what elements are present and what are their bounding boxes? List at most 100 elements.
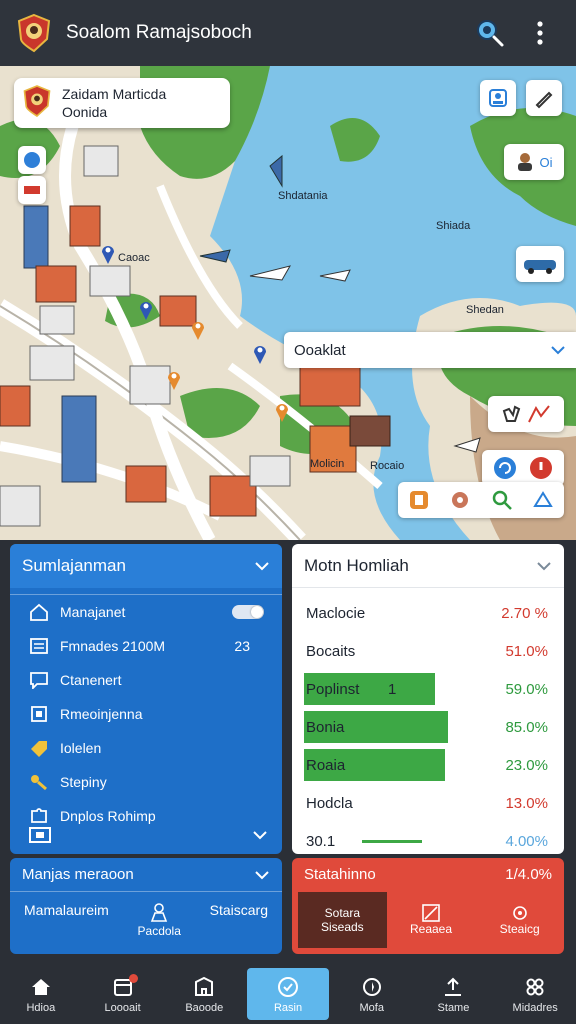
map-pin-icon[interactable] (100, 242, 116, 264)
area-dropdown[interactable]: Ooaklat (284, 332, 576, 368)
user-toggle[interactable]: Oi (504, 144, 564, 180)
summary-item[interactable]: Rmeoinjenna (10, 697, 282, 731)
image-icon (422, 904, 440, 922)
nav-item[interactable]: Hdioa (0, 964, 82, 1024)
metrics-panel-header[interactable]: Motn Homliah (292, 544, 564, 588)
metric-row[interactable]: Bocaits 51.0% (292, 632, 564, 670)
measure-button[interactable] (488, 396, 564, 432)
tag-icon (28, 739, 50, 757)
more-vert-icon[interactable] (520, 13, 560, 53)
summary-item[interactable]: Ctanenert (10, 663, 282, 697)
metric-name: Hodcla (306, 794, 353, 812)
summary-list: Manajanet Fmnades 2100M 23 Ctanenert Rmeoinj… (10, 594, 282, 833)
metric-value: 2.70 % (501, 604, 548, 622)
sync-button[interactable] (482, 450, 564, 486)
summary-item[interactable]: Iolelen (10, 731, 282, 765)
car-button[interactable] (516, 246, 564, 282)
search-icon[interactable] (470, 13, 510, 53)
metric-value: 51.0% (505, 642, 548, 660)
map-view[interactable]: Shdatania Shiada Shedan Caoac Molicin Ro… (0, 66, 576, 540)
summary-panel: Sumlajanman Manajanet Fmnades 2100M 23 Ctan… (10, 544, 282, 854)
upload-icon (440, 975, 466, 999)
locate-icon (24, 152, 40, 168)
locate-button[interactable] (18, 146, 46, 174)
summary-item-label: Iolelen (60, 740, 102, 756)
document-icon (28, 705, 50, 723)
status-tab-line2: Siseads (320, 920, 364, 934)
nav-item-label: Midadres (512, 1001, 558, 1014)
share-icon[interactable] (528, 487, 558, 513)
map-pin-icon[interactable] (252, 342, 268, 364)
manager-panel-header[interactable]: Manjas meraoon (10, 858, 282, 892)
chevron-down-icon[interactable] (252, 830, 268, 840)
metric-row[interactable]: Roaia 23.0% (292, 746, 564, 784)
nav-item-label: Rasin (273, 1001, 303, 1014)
status-tab-reaaea[interactable]: Reaaea (387, 892, 476, 948)
nav-item[interactable]: Loooait (82, 964, 164, 1024)
map-pin-icon[interactable] (166, 368, 182, 390)
chevron-down-icon (537, 561, 551, 570)
status-panel-title: Statahinno (304, 865, 376, 883)
metric-value: 23.0% (505, 756, 548, 774)
home-icon (28, 975, 54, 999)
manager-panel-title: Manjas meraoon (22, 866, 134, 883)
crest-logo-icon (22, 84, 52, 123)
metric-row[interactable]: Hodcla 13.0% (292, 784, 564, 822)
chevron-down-icon (551, 346, 565, 355)
nav-item[interactable]: Midadres (494, 964, 576, 1024)
metric-row[interactable]: Bonia 85.0% (292, 708, 564, 746)
metric-row[interactable]: 30.1 4.00% (292, 822, 564, 854)
manager-left-label[interactable]: Mamalaureim (24, 902, 109, 918)
flag-icon (24, 186, 40, 194)
nav-item[interactable]: Baoode (163, 964, 245, 1024)
home-icon (28, 603, 50, 621)
map-pin-icon[interactable] (274, 400, 290, 422)
metric-row[interactable]: Poplinst 1 59.0% (292, 670, 564, 708)
search-icon[interactable] (487, 487, 517, 513)
screen-icon[interactable] (28, 826, 52, 844)
metrics-list: Maclocie 2.70 % Bocaits 51.0% Poplinst 1 59.0%… (292, 588, 564, 854)
metric-value: 13.0% (505, 794, 548, 812)
metric-name: Maclocie (306, 604, 366, 622)
status-tab-steaicg[interactable]: Steaicg (475, 892, 564, 948)
metric-name: Bonia (306, 718, 345, 736)
metric-name: Poplinst (306, 680, 360, 698)
location-card[interactable]: Zaidam Marticda Oonida (14, 78, 230, 128)
summary-toggle[interactable] (232, 605, 264, 619)
podcast-icon[interactable] (404, 487, 434, 513)
status-tab-sotara[interactable]: Sotara Siseads (298, 892, 387, 948)
manager-right-label[interactable]: Staiscarg (210, 902, 268, 918)
metric-extra: 1 (388, 680, 397, 698)
nav-item[interactable]: Rasin (247, 968, 329, 1020)
summary-item[interactable]: Fmnades 2100M 23 (10, 629, 282, 663)
metrics-panel: Motn Homliah Maclocie 2.70 % Bocaits 51.0% P… (292, 544, 564, 854)
summary-item-label: Rmeoinjenna (60, 706, 143, 722)
layers-button[interactable] (480, 80, 516, 116)
settings-icon[interactable] (445, 487, 475, 513)
map-pin-icon[interactable] (138, 298, 154, 320)
status-tabs: Sotara Siseads Reaaea Steaicg (292, 892, 564, 948)
summary-item[interactable]: Stepiny (10, 765, 282, 799)
flag-button[interactable] (18, 176, 46, 204)
notification-badge (128, 974, 138, 983)
metrics-panel-title: Motn Homliah (304, 555, 409, 575)
compass-icon (359, 975, 385, 999)
map-label: Shiada (436, 220, 471, 232)
status-panel-value: 1/4.0% (505, 865, 552, 883)
nav-item[interactable]: Mofa (331, 964, 413, 1024)
nav-item[interactable]: Stame (413, 964, 495, 1024)
nav-item-label: Baoode (185, 1001, 224, 1014)
app-title: Soalom Ramajsoboch (66, 22, 252, 43)
map-toolbar (398, 482, 564, 518)
map-pin-icon[interactable] (190, 318, 206, 340)
summary-panel-header[interactable]: Sumlajanman (10, 544, 282, 588)
nav-item-label: Loooait (104, 1001, 141, 1014)
metric-value: 85.0% (505, 718, 548, 736)
draw-button[interactable] (526, 80, 562, 116)
alert-icon (530, 457, 552, 479)
summary-item[interactable]: Manajanet (10, 595, 282, 629)
chevron-down-icon (255, 870, 269, 879)
metric-row[interactable]: Maclocie 2.70 % (292, 594, 564, 632)
manager-center[interactable]: Pacdola (138, 902, 181, 938)
summary-item-label: Dnplos Rohimp (60, 808, 156, 824)
